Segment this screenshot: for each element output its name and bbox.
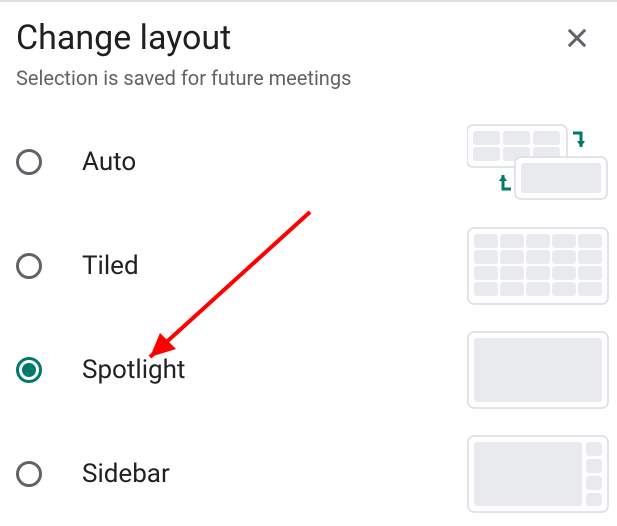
preview-auto-icon xyxy=(467,123,609,201)
layout-options: Auto Tiled xyxy=(0,110,617,526)
radio-sidebar[interactable] xyxy=(16,461,42,487)
layout-option-spotlight[interactable]: Spotlight xyxy=(0,318,617,422)
dialog-title: Change layout xyxy=(16,18,231,58)
preview-spotlight-icon xyxy=(467,331,609,409)
radio-auto[interactable] xyxy=(16,149,42,175)
radio-tiled[interactable] xyxy=(16,253,42,279)
close-button[interactable] xyxy=(553,14,601,62)
layout-option-label: Spotlight xyxy=(82,355,467,385)
layout-option-sidebar[interactable]: Sidebar xyxy=(0,422,617,526)
radio-spotlight[interactable] xyxy=(16,357,42,383)
layout-option-auto[interactable]: Auto xyxy=(0,110,617,214)
layout-option-label: Tiled xyxy=(82,251,467,281)
preview-tiled-icon xyxy=(467,227,609,305)
dialog-subtitle: Selection is saved for future meetings xyxy=(0,66,617,110)
layout-option-label: Auto xyxy=(82,147,467,177)
layout-option-label: Sidebar xyxy=(82,459,467,489)
close-icon xyxy=(563,24,591,52)
preview-sidebar-icon xyxy=(467,435,609,513)
layout-option-tiled[interactable]: Tiled xyxy=(0,214,617,318)
